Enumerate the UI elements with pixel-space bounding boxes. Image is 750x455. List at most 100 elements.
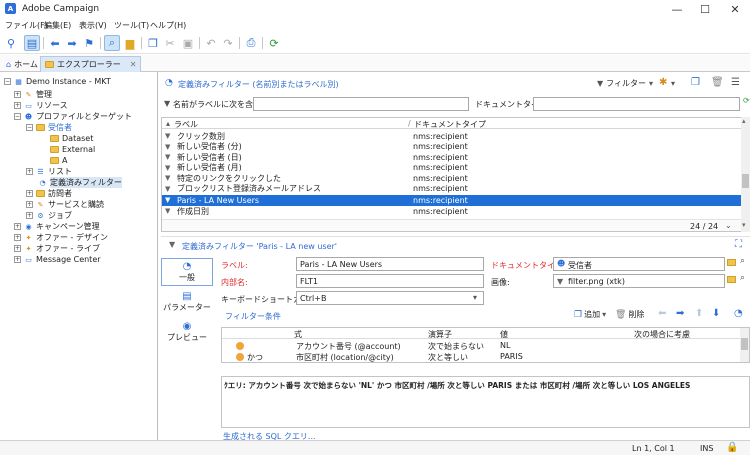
expand-icon[interactable]: + bbox=[14, 245, 21, 252]
add-button[interactable]: ❐ 追加 ▾ bbox=[574, 309, 606, 320]
scroll-down-icon[interactable]: ▾ bbox=[742, 221, 746, 229]
tree-item-visitors[interactable]: + 訪問者 bbox=[26, 188, 72, 199]
tab-home[interactable]: ⌂ ホーム bbox=[2, 56, 42, 72]
expand-icon[interactable]: + bbox=[14, 91, 21, 98]
settings-icon[interactable]: ✱ bbox=[659, 77, 667, 88]
expand-icon[interactable]: + bbox=[26, 201, 33, 208]
doctype-input[interactable]: ☻ 受信者 bbox=[553, 257, 725, 271]
menu-view[interactable]: 表示(V) bbox=[79, 20, 107, 31]
tree-item-a[interactable]: A bbox=[50, 155, 67, 166]
chevron-down-icon[interactable]: ▾ bbox=[671, 79, 675, 88]
expand-icon[interactable]: + bbox=[14, 223, 21, 230]
list-row[interactable]: ▼ 作成日別 nms:recipient bbox=[162, 206, 741, 217]
forward-arrow-icon[interactable]: ➡ bbox=[64, 35, 80, 51]
close-tab-icon[interactable]: ✕ bbox=[130, 60, 137, 69]
expand-icon[interactable]: + bbox=[26, 212, 33, 219]
panel-toggle-icon[interactable]: ▤ bbox=[24, 35, 40, 51]
list-row-selected[interactable]: ▼ Paris - LA New Users nms:recipient bbox=[162, 195, 741, 206]
list-row[interactable]: ▼ クリック数別 nms:recipient bbox=[162, 131, 741, 142]
move-down-icon[interactable]: ⬇ bbox=[712, 308, 720, 319]
internal-name-input[interactable] bbox=[296, 274, 484, 288]
tree-item-campaigns[interactable]: + ◉ キャンペーン管理 bbox=[14, 221, 100, 232]
distribution-icon[interactable]: ◔ bbox=[734, 308, 743, 319]
tree-item-message-center[interactable]: + ▭ Message Center bbox=[14, 254, 101, 265]
print-icon[interactable]: ⎙ bbox=[243, 35, 259, 51]
collapse-icon[interactable]: − bbox=[26, 124, 33, 131]
menu-icon[interactable]: ☰ bbox=[731, 77, 740, 88]
condition-row[interactable]: アカウント番号 (@account) 次で始まらない NL bbox=[222, 340, 742, 351]
expand-icon[interactable]: + bbox=[14, 234, 21, 241]
refresh-icon[interactable]: ⟳ bbox=[266, 35, 282, 51]
scrollbar-thumb[interactable] bbox=[742, 174, 749, 188]
tree-item-resources[interactable]: + ▭ リソース bbox=[14, 100, 68, 111]
collapse-icon[interactable]: − bbox=[14, 113, 21, 120]
sort-ascending-icon[interactable]: ▴ bbox=[166, 119, 170, 128]
undo-icon[interactable]: ↶ bbox=[203, 35, 219, 51]
tree-item-offer-live[interactable]: + ✦ オファー - ライブ bbox=[14, 243, 100, 254]
expand-icon[interactable]: + bbox=[14, 256, 21, 263]
menu-file[interactable]: ファイル(F) bbox=[5, 20, 48, 31]
scroll-up-icon[interactable]: ▴ bbox=[742, 117, 746, 125]
list-row[interactable]: ▼ ブロックリスト登録済みメールアドレス nms:recipient bbox=[162, 184, 741, 195]
copy-icon[interactable]: ❐ bbox=[145, 35, 161, 51]
new-icon[interactable]: ❐ bbox=[691, 77, 700, 88]
folder-icon[interactable]: ▆ bbox=[122, 35, 138, 51]
tree-item-profiles[interactable]: − ☻ プロファイルとターゲット bbox=[14, 111, 132, 122]
move-up-icon[interactable]: ⬆ bbox=[695, 308, 703, 319]
move-left-icon[interactable]: ⬅ bbox=[658, 308, 666, 319]
column-document-type[interactable]: ドキュメントタイプ bbox=[414, 119, 486, 130]
collapse-icon[interactable]: − bbox=[4, 78, 11, 85]
maximize-button[interactable]: ☐ bbox=[690, 0, 720, 18]
list-row[interactable]: ▼ 特定のリンクをクリックした nms:recipient bbox=[162, 173, 741, 184]
expand-icon[interactable]: ⛶ bbox=[735, 239, 742, 250]
tab-general[interactable]: ◔ 一般 bbox=[161, 258, 213, 286]
move-right-icon[interactable]: ➡ bbox=[676, 308, 684, 319]
expand-icon[interactable]: + bbox=[26, 168, 33, 175]
tree-item-recipients[interactable]: − 受信者 bbox=[26, 122, 72, 133]
tree-item-predefined-filters[interactable]: ◔ 定義済みフィルター bbox=[38, 177, 122, 188]
conditions-scrollbar[interactable] bbox=[740, 328, 749, 362]
search-icon[interactable]: ⌕ bbox=[740, 256, 745, 266]
tree-item-admin[interactable]: + ✎ 管理 bbox=[14, 89, 52, 100]
tab-explorer[interactable]: エクスプローラー ✕ bbox=[40, 56, 142, 72]
image-input[interactable]: ▼ filter.png (xtk) bbox=[553, 274, 725, 288]
delete-icon[interactable]: 🗑 bbox=[711, 77, 724, 88]
expand-icon[interactable]: + bbox=[26, 190, 33, 197]
menu-help[interactable]: ヘルプ(H) bbox=[150, 20, 186, 31]
refresh-icon[interactable]: ⟳ bbox=[743, 96, 750, 105]
folder-nav-icon[interactable]: ⚑ bbox=[81, 35, 97, 51]
tree-item-lists[interactable]: + ☰ リスト bbox=[26, 166, 72, 177]
close-button[interactable]: ✕ bbox=[720, 0, 750, 18]
delete-button[interactable]: 🗑 削除 bbox=[615, 309, 644, 320]
scrollbar-thumb[interactable] bbox=[741, 338, 748, 350]
folder-icon[interactable] bbox=[727, 276, 736, 283]
tab-preview[interactable]: ◉ プレビュー bbox=[161, 318, 213, 346]
tab-parameters[interactable]: ▤ パラメーター bbox=[161, 288, 213, 316]
tree-item-dataset[interactable]: Dataset bbox=[50, 133, 93, 144]
minimize-button[interactable]: — bbox=[662, 0, 692, 18]
cut-icon[interactable]: ✂ bbox=[162, 35, 178, 51]
label-input[interactable] bbox=[296, 257, 484, 271]
tree-item-offer-design[interactable]: + ✦ オファー - デザイン bbox=[14, 232, 108, 243]
redo-icon[interactable]: ↷ bbox=[220, 35, 236, 51]
menu-tools[interactable]: ツール(T) bbox=[114, 20, 149, 31]
paste-icon[interactable]: ▣ bbox=[180, 35, 196, 51]
filter-button[interactable]: ▼ フィルター ▾ bbox=[597, 78, 653, 89]
tree-item-external[interactable]: External bbox=[50, 144, 95, 155]
expand-icon[interactable]: + bbox=[14, 102, 21, 109]
folder-icon[interactable] bbox=[727, 259, 736, 266]
search-doc-icon[interactable]: ⌕ bbox=[104, 35, 120, 51]
column-label[interactable]: ラベル bbox=[174, 119, 198, 130]
tree-item-jobs[interactable]: + ⚙ ジョブ bbox=[26, 210, 72, 221]
list-row[interactable]: ▼ 新しい受信者 (日) nms:recipient bbox=[162, 152, 741, 163]
list-row[interactable]: ▼ 新しい受信者 (分) nms:recipient bbox=[162, 142, 741, 153]
name-filter-input[interactable] bbox=[253, 97, 469, 111]
search-icon[interactable]: ⌕ bbox=[740, 273, 745, 283]
menu-edit[interactable]: 編集(E) bbox=[44, 20, 71, 31]
back-arrow-icon[interactable]: ⬅ bbox=[47, 35, 63, 51]
doctype-filter-input[interactable] bbox=[533, 97, 740, 111]
chevron-down-icon[interactable]: ⌄ bbox=[725, 221, 732, 230]
list-scrollbar[interactable]: ▴ ▾ bbox=[741, 117, 750, 232]
user-icon[interactable]: ⚲ bbox=[3, 35, 19, 51]
tree-item-services[interactable]: + ✎ サービスと購読 bbox=[26, 199, 104, 210]
